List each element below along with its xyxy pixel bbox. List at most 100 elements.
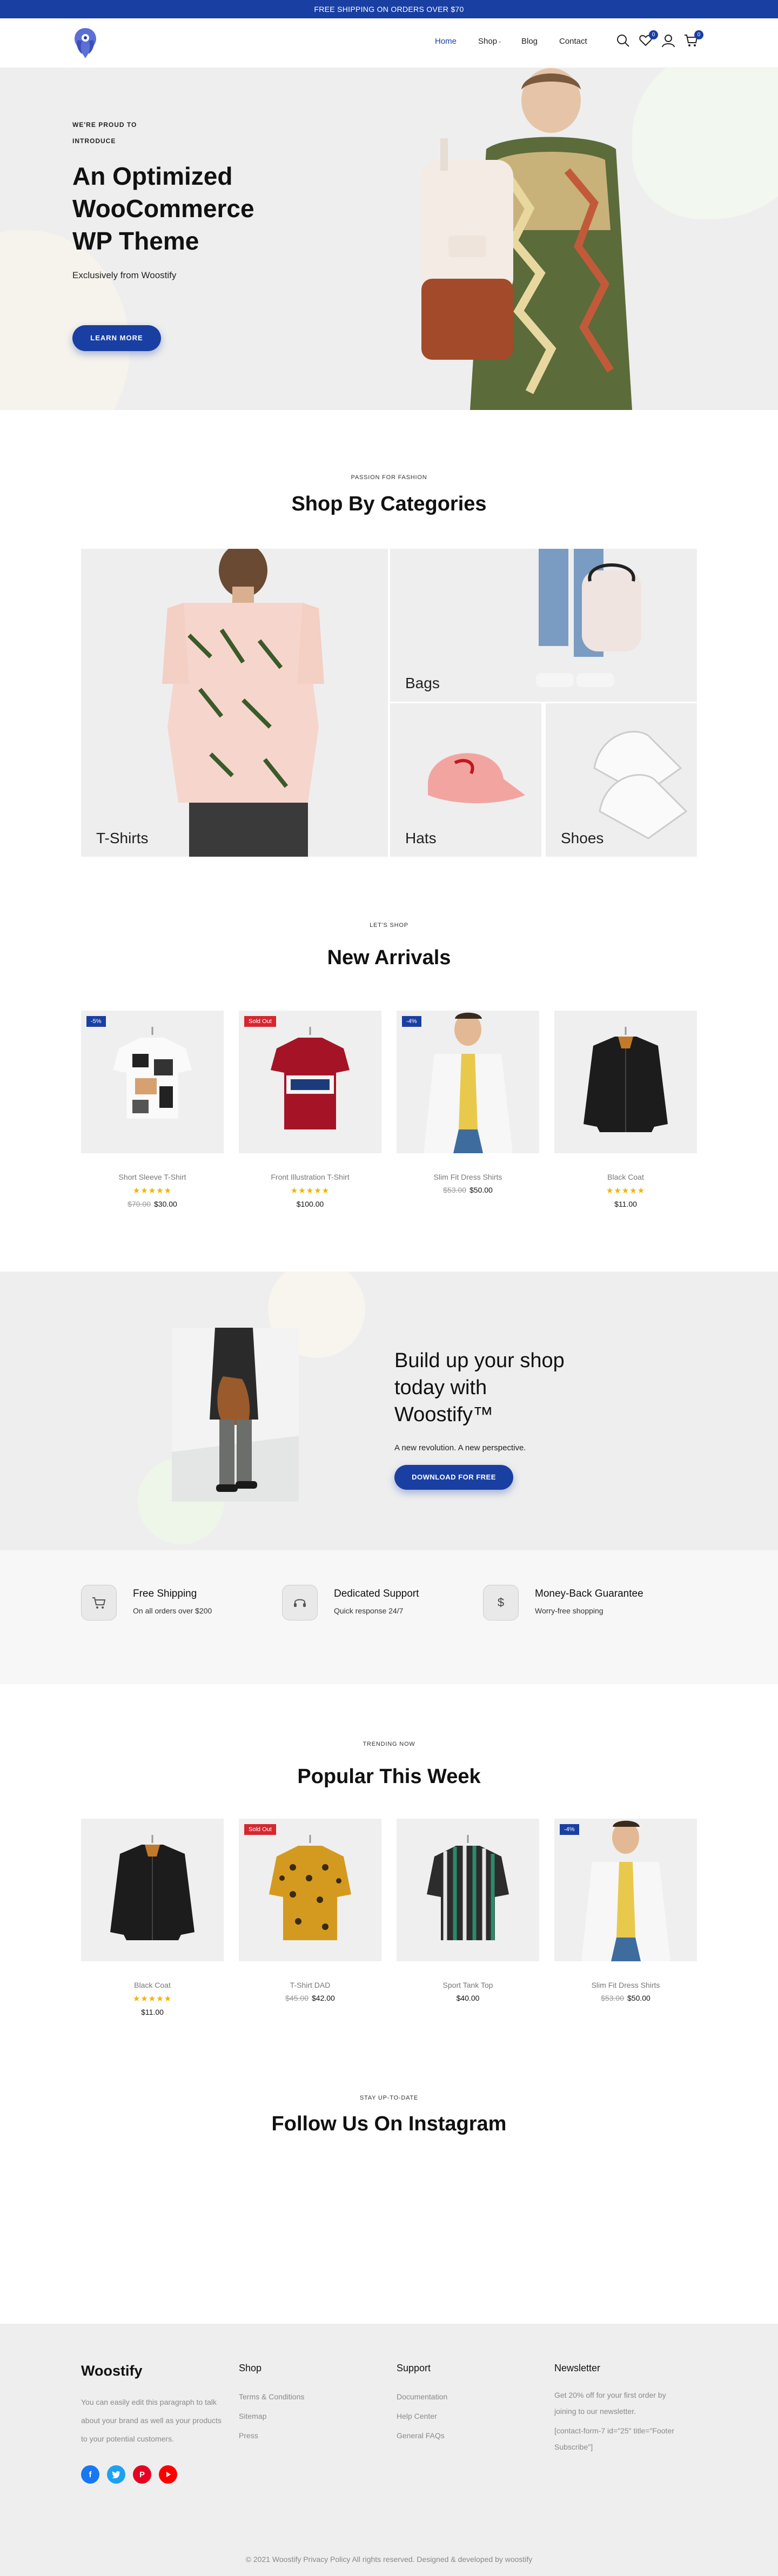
tshirts-category-image — [81, 549, 388, 857]
product-image[interactable]: Sold Out — [239, 1819, 381, 1961]
feature-dedicated-support: Dedicated Support Quick response 24/7 — [282, 1585, 419, 1620]
nav-item-contact[interactable]: Contact — [559, 37, 592, 46]
learn-more-button[interactable]: LEARN MORE — [72, 325, 161, 351]
categories-title: Shop By Categories — [291, 493, 487, 515]
footer-shop-column: Shop Terms & Conditions Sitemap Press — [239, 2363, 304, 2445]
product-image[interactable]: -5% — [81, 1011, 224, 1153]
footer-column-title: Newsletter — [554, 2363, 601, 2373]
feature-subtitle: Worry-free shopping — [535, 1606, 603, 1615]
youtube-icon[interactable] — [159, 2465, 177, 2484]
old-price: $53.00 — [443, 1186, 466, 1194]
product-name[interactable]: Front Illustration T-Shirt — [239, 1173, 381, 1181]
account-button[interactable] — [661, 33, 678, 50]
product-name[interactable]: Black Coat — [554, 1173, 697, 1181]
discount-badge: -4% — [402, 1016, 421, 1027]
hero-model-image — [421, 68, 632, 410]
current-price: $100.00 — [296, 1200, 324, 1208]
nav-item-blog[interactable]: Blog — [521, 37, 538, 46]
product-name[interactable]: T-Shirt DAD — [239, 1981, 381, 1989]
category-label: Hats — [405, 830, 437, 846]
categories-eyebrow: PASSION FOR FASHION — [351, 474, 427, 481]
product-name[interactable]: Slim Fit Dress Shirts — [397, 1173, 539, 1181]
promo-model-image — [172, 1328, 299, 1502]
old-price: $53.00 — [601, 1994, 624, 2002]
product-image[interactable]: -4% — [554, 1819, 697, 1961]
footer-link[interactable]: Documentation — [397, 2387, 447, 2406]
product-price: $70.00 $30.00 — [81, 1200, 224, 1208]
hero-title: An Optimized WooCommerce WP Theme — [72, 162, 254, 255]
search-button[interactable] — [616, 33, 632, 50]
product-card[interactable]: Black Coat ★★★★★ $11.00 — [554, 1011, 697, 1208]
footer-link[interactable]: General FAQs — [397, 2426, 447, 2445]
nav-item-home[interactable]: Home — [435, 37, 457, 46]
product-image[interactable]: -4% — [397, 1011, 539, 1153]
product-image[interactable] — [397, 1819, 539, 1961]
product-card[interactable]: Sold Out Front Illustration T-Shirt ★★★★… — [239, 1011, 381, 1208]
rating-stars: ★★★★★ — [132, 1186, 172, 1195]
footer-link[interactable]: Sitemap — [239, 2406, 304, 2426]
current-price: $30.00 — [154, 1200, 177, 1208]
current-price: $11.00 — [141, 2008, 164, 2016]
product-price: $53.00 $50.00 — [397, 1186, 539, 1194]
current-price: $11.00 — [614, 1200, 637, 1208]
product-price: $53.00 $50.00 — [554, 1994, 697, 2002]
download-for-free-button[interactable]: DOWNLOAD FOR FREE — [394, 1465, 513, 1490]
product-card[interactable]: Black Coat ★★★★★ $11.00 — [81, 1819, 224, 2016]
sold-out-badge: Sold Out — [244, 1824, 276, 1835]
category-label: Bags — [405, 675, 440, 691]
product-image[interactable] — [554, 1011, 697, 1153]
wishlist-button[interactable]: 0 — [639, 30, 658, 50]
pinterest-icon[interactable]: P — [133, 2465, 151, 2484]
product-name[interactable]: Short Sleeve T-Shirt — [81, 1173, 224, 1181]
product-card[interactable]: Sport Tank Top $40.00 — [397, 1819, 539, 2002]
product-card[interactable]: -4% Slim Fit Dress Shirts $53.00 $50.00 — [397, 1011, 539, 1194]
feature-money-back-guarantee: $ Money-Back Guarantee Worry-free shoppi… — [483, 1585, 643, 1620]
product-card[interactable]: -5% Short Sleeve T-Shirt ★★★★★ $70.00 $30… — [81, 1011, 224, 1208]
black-coat-graphic — [554, 1011, 697, 1153]
product-price: $11.00 — [554, 1200, 697, 1208]
new-arrivals-title: New Arrivals — [327, 946, 451, 969]
facebook-icon[interactable]: f — [81, 2465, 99, 2484]
product-name[interactable]: Black Coat — [81, 1981, 224, 1989]
woostify-logo-icon[interactable] — [70, 26, 100, 60]
footer-link[interactable]: Terms & Conditions — [239, 2387, 304, 2406]
popular-eyebrow: TRENDING NOW — [363, 1741, 415, 1747]
category-card-shoes[interactable]: Shoes — [546, 703, 697, 857]
hero-banner: WE'RE PROUD TO INTRODUCE An Optimized Wo… — [0, 68, 778, 410]
rating-stars: ★★★★★ — [606, 1186, 646, 1195]
nav-item-shop[interactable]: Shop — [478, 37, 498, 46]
newsletter-text: Get 20% off for your first order by join… — [554, 2391, 666, 2416]
discount-badge: -4% — [560, 1824, 579, 1835]
product-name[interactable]: Sport Tank Top — [397, 1981, 539, 1989]
old-price: $70.00 — [128, 1200, 151, 1208]
popular-title: Popular This Week — [297, 1765, 481, 1788]
footer-link[interactable]: Press — [239, 2426, 304, 2445]
chevron-down-icon[interactable]: ⌄ — [498, 37, 505, 46]
promo-subtitle: A new revolution. A new perspective. — [394, 1443, 526, 1452]
copyright-text: © 2021 Woostify Privacy Policy All right… — [245, 2555, 533, 2564]
twitter-icon[interactable] — [107, 2465, 125, 2484]
product-name[interactable]: Slim Fit Dress Shirts — [554, 1981, 697, 1989]
feature-subtitle: Quick response 24/7 — [334, 1606, 404, 1615]
rating-stars: ★★★★★ — [132, 1994, 172, 2003]
category-card-bags[interactable]: Bags — [390, 549, 697, 702]
footer-newsletter-column: Newsletter Get 20% off for your first or… — [554, 2363, 689, 2455]
feature-subtitle: On all orders over $200 — [133, 1606, 212, 1615]
category-card-tshirts[interactable]: T-Shirts — [81, 549, 388, 857]
product-card[interactable]: -4% Slim Fit Dress Shirts $53.00 $50.00 — [554, 1819, 697, 2002]
feature-free-shipping: Free Shipping On all orders over $200 — [81, 1585, 212, 1620]
category-card-hats[interactable]: Hats — [390, 703, 541, 857]
shipping-announcement-bar: FREE SHIPPING ON ORDERS OVER $70 — [0, 0, 778, 18]
social-links: f P — [81, 2465, 185, 2484]
product-image[interactable]: Sold Out — [239, 1011, 381, 1153]
product-card[interactable]: Sold Out T-Shirt DAD $45.00 $42.00 — [239, 1819, 381, 2002]
footer-link[interactable]: Help Center — [397, 2406, 447, 2426]
instagram-title: Follow Us On Instagram — [271, 2113, 507, 2135]
newsletter-form-shortcode: [contact-form-7 id="25" title="Footer Su… — [554, 2426, 674, 2451]
cart-button[interactable]: 0 — [684, 30, 703, 50]
sold-out-badge: Sold Out — [244, 1016, 276, 1027]
product-image[interactable] — [81, 1819, 224, 1961]
rating-stars: ★★★★★ — [290, 1186, 330, 1195]
feature-title: Free Shipping — [133, 1588, 197, 1599]
current-price: $42.00 — [312, 1994, 335, 2002]
